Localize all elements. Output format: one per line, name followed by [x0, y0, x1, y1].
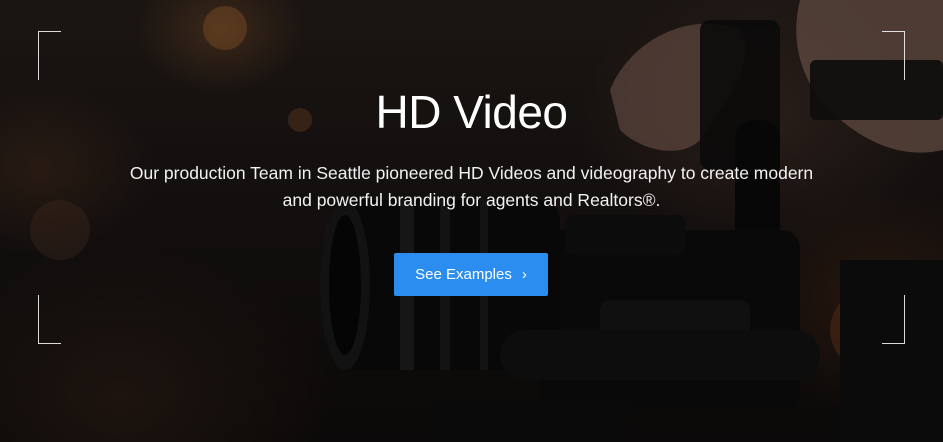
hero-description: Our production Team in Seattle pioneered…	[100, 160, 843, 214]
see-examples-button[interactable]: See Examples ›	[394, 253, 548, 296]
hero-description-line-1: Our production Team in Seattle pioneered…	[129, 163, 814, 183]
see-examples-label: See Examples	[415, 266, 512, 283]
frame-corner-top-right	[882, 31, 905, 80]
frame-corner-bottom-right	[882, 295, 905, 344]
frame-corner-bottom-left	[38, 295, 61, 344]
hero-section: HD Video Our production Team in Seattle …	[0, 0, 943, 442]
frame-corner-top-left	[38, 31, 61, 80]
dark-overlay	[0, 0, 943, 442]
hero-description-line-2: and powerful branding for agents and Rea…	[282, 190, 661, 210]
hero-title: HD Video	[375, 86, 568, 138]
chevron-right-icon: ›	[521, 266, 527, 283]
